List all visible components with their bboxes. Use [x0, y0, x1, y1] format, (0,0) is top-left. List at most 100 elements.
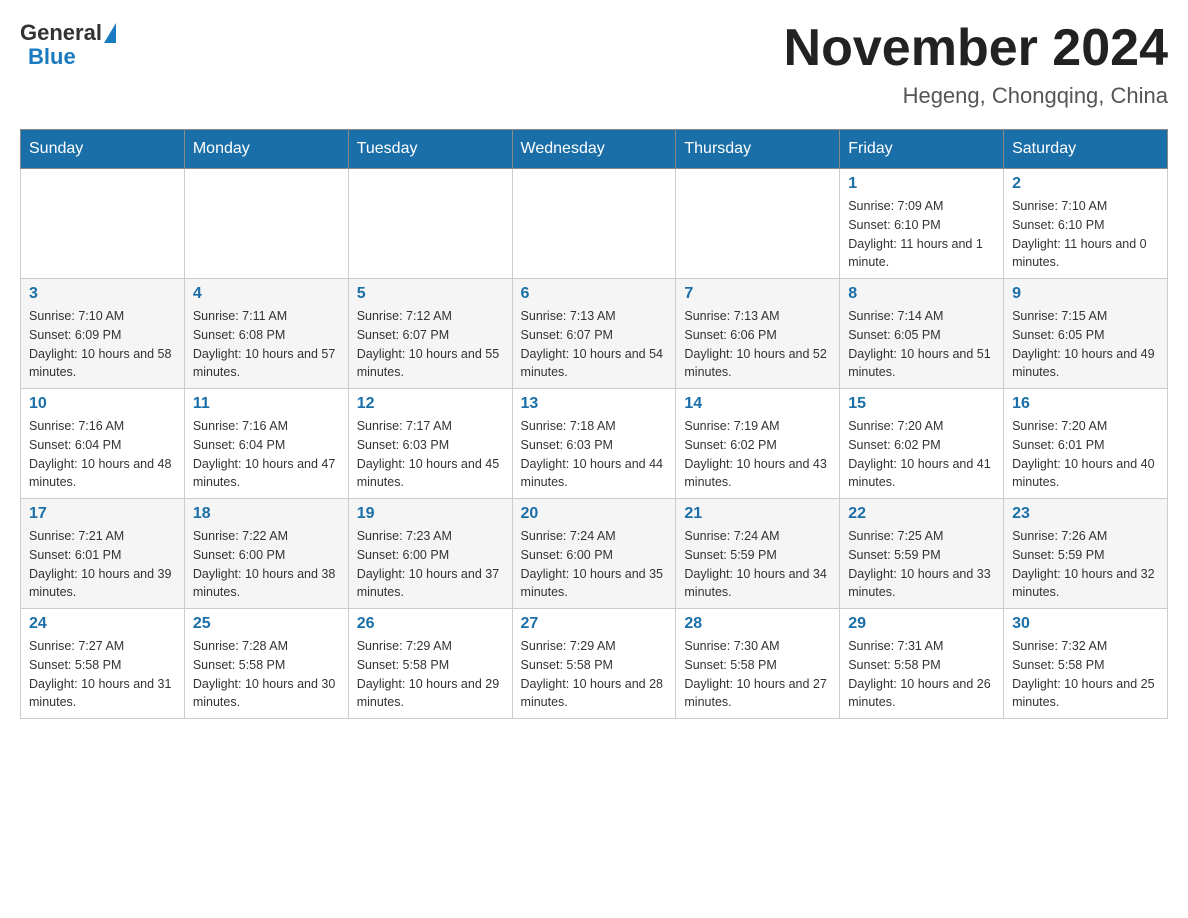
day-number: 27 [521, 615, 668, 633]
day-of-week-header: Thursday [676, 130, 840, 169]
day-number: 10 [29, 395, 176, 413]
calendar-cell: 18 Sunrise: 7:22 AMSunset: 6:00 PMDayligh… [184, 499, 348, 609]
day-info: Sunrise: 7:21 AMSunset: 6:01 PMDaylight:… [29, 527, 176, 602]
day-number: 30 [1012, 615, 1159, 633]
day-number: 17 [29, 505, 176, 523]
day-of-week-header: Tuesday [348, 130, 512, 169]
calendar-cell [348, 169, 512, 279]
day-number: 13 [521, 395, 668, 413]
month-title: November 2024 [784, 20, 1168, 77]
day-info: Sunrise: 7:30 AMSunset: 5:58 PMDaylight:… [684, 637, 831, 712]
calendar-cell: 24 Sunrise: 7:27 AMSunset: 5:58 PMDayligh… [21, 609, 185, 719]
day-info: Sunrise: 7:11 AMSunset: 6:08 PMDaylight:… [193, 307, 340, 382]
day-info: Sunrise: 7:14 AMSunset: 6:05 PMDaylight:… [848, 307, 995, 382]
day-info: Sunrise: 7:27 AMSunset: 5:58 PMDaylight:… [29, 637, 176, 712]
calendar-cell: 29 Sunrise: 7:31 AMSunset: 5:58 PMDayligh… [840, 609, 1004, 719]
calendar-cell: 1Sunrise: 7:09 AMSunset: 6:10 PMDaylight… [840, 169, 1004, 279]
day-number: 9 [1012, 285, 1159, 303]
calendar-week-row: 3 Sunrise: 7:10 AMSunset: 6:09 PMDaylight… [21, 279, 1168, 389]
day-info: Sunrise: 7:17 AMSunset: 6:03 PMDaylight:… [357, 417, 504, 492]
calendar-cell: 2 Sunrise: 7:10 AMSunset: 6:10 PMDaylight… [1004, 169, 1168, 279]
day-number: 16 [1012, 395, 1159, 413]
day-info: Sunrise: 7:25 AMSunset: 5:59 PMDaylight:… [848, 527, 995, 602]
calendar-cell: 9 Sunrise: 7:15 AMSunset: 6:05 PMDaylight… [1004, 279, 1168, 389]
day-number: 15 [848, 395, 995, 413]
day-number: 23 [1012, 505, 1159, 523]
calendar-cell [512, 169, 676, 279]
day-of-week-header: Sunday [21, 130, 185, 169]
day-number: 19 [357, 505, 504, 523]
day-info: Sunrise: 7:22 AMSunset: 6:00 PMDaylight:… [193, 527, 340, 602]
calendar-table: SundayMondayTuesdayWednesdayThursdayFrid… [20, 129, 1168, 719]
calendar-week-row: 17 Sunrise: 7:21 AMSunset: 6:01 PMDayligh… [21, 499, 1168, 609]
day-number: 29 [848, 615, 995, 633]
day-number: 22 [848, 505, 995, 523]
calendar-cell: 27 Sunrise: 7:29 AMSunset: 5:58 PMDayligh… [512, 609, 676, 719]
page-header: General Blue November 2024 Hegeng, Chong… [20, 20, 1168, 109]
day-info: Sunrise: 7:24 AMSunset: 5:59 PMDaylight:… [684, 527, 831, 602]
calendar-cell: 25Sunrise: 7:28 AMSunset: 5:58 PMDayligh… [184, 609, 348, 719]
calendar-cell: 4 Sunrise: 7:11 AMSunset: 6:08 PMDaylight… [184, 279, 348, 389]
day-number: 20 [521, 505, 668, 523]
day-info: Sunrise: 7:15 AMSunset: 6:05 PMDaylight:… [1012, 307, 1159, 382]
calendar-cell: 17 Sunrise: 7:21 AMSunset: 6:01 PMDayligh… [21, 499, 185, 609]
calendar-cell: 22 Sunrise: 7:25 AMSunset: 5:59 PMDayligh… [840, 499, 1004, 609]
calendar-cell: 8 Sunrise: 7:14 AMSunset: 6:05 PMDaylight… [840, 279, 1004, 389]
calendar-cell: 19 Sunrise: 7:23 AMSunset: 6:00 PMDayligh… [348, 499, 512, 609]
day-number: 8 [848, 285, 995, 303]
day-number: 7 [684, 285, 831, 303]
day-number: 3 [29, 285, 176, 303]
calendar-cell: 21 Sunrise: 7:24 AMSunset: 5:59 PMDayligh… [676, 499, 840, 609]
day-number: 18 [193, 505, 340, 523]
day-info: Sunrise: 7:31 AMSunset: 5:58 PMDaylight:… [848, 637, 995, 712]
calendar-cell [21, 169, 185, 279]
calendar-cell: 10 Sunrise: 7:16 AMSunset: 6:04 PMDayligh… [21, 389, 185, 499]
calendar-cell [676, 169, 840, 279]
day-number: 11 [193, 395, 340, 413]
calendar-cell: 5Sunrise: 7:12 AMSunset: 6:07 PMDaylight… [348, 279, 512, 389]
calendar-cell: 7 Sunrise: 7:13 AMSunset: 6:06 PMDaylight… [676, 279, 840, 389]
day-number: 24 [29, 615, 176, 633]
day-of-week-header: Friday [840, 130, 1004, 169]
logo: General Blue [20, 20, 116, 70]
day-number: 5 [357, 285, 504, 303]
day-info: Sunrise: 7:23 AMSunset: 6:00 PMDaylight:… [357, 527, 504, 602]
calendar-cell: 30Sunrise: 7:32 AMSunset: 5:58 PMDayligh… [1004, 609, 1168, 719]
day-number: 6 [521, 285, 668, 303]
day-number: 2 [1012, 175, 1159, 193]
calendar-week-row: 10 Sunrise: 7:16 AMSunset: 6:04 PMDayligh… [21, 389, 1168, 499]
day-info: Sunrise: 7:20 AMSunset: 6:01 PMDaylight:… [1012, 417, 1159, 492]
calendar-cell: 11 Sunrise: 7:16 AMSunset: 6:04 PMDayligh… [184, 389, 348, 499]
day-info: Sunrise: 7:13 AMSunset: 6:07 PMDaylight:… [521, 307, 668, 382]
calendar-header-row: SundayMondayTuesdayWednesdayThursdayFrid… [21, 130, 1168, 169]
calendar-cell: 15 Sunrise: 7:20 AMSunset: 6:02 PMDayligh… [840, 389, 1004, 499]
logo-general-text: General [20, 20, 102, 46]
day-of-week-header: Wednesday [512, 130, 676, 169]
day-info: Sunrise: 7:24 AMSunset: 6:00 PMDaylight:… [521, 527, 668, 602]
calendar-cell: 20 Sunrise: 7:24 AMSunset: 6:00 PMDayligh… [512, 499, 676, 609]
calendar-cell: 23Sunrise: 7:26 AMSunset: 5:59 PMDayligh… [1004, 499, 1168, 609]
calendar-week-row: 24 Sunrise: 7:27 AMSunset: 5:58 PMDayligh… [21, 609, 1168, 719]
day-number: 12 [357, 395, 504, 413]
calendar-cell [184, 169, 348, 279]
day-number: 25 [193, 615, 340, 633]
day-number: 26 [357, 615, 504, 633]
day-info: Sunrise: 7:16 AMSunset: 6:04 PMDaylight:… [193, 417, 340, 492]
day-info: Sunrise: 7:20 AMSunset: 6:02 PMDaylight:… [848, 417, 995, 492]
day-info: Sunrise: 7:10 AMSunset: 6:10 PMDaylight:… [1012, 197, 1159, 272]
calendar-cell: 6 Sunrise: 7:13 AMSunset: 6:07 PMDaylight… [512, 279, 676, 389]
calendar-cell: 13 Sunrise: 7:18 AMSunset: 6:03 PMDayligh… [512, 389, 676, 499]
day-info: Sunrise: 7:10 AMSunset: 6:09 PMDaylight:… [29, 307, 176, 382]
location-text: Hegeng, Chongqing, China [784, 83, 1168, 109]
day-info: Sunrise: 7:13 AMSunset: 6:06 PMDaylight:… [684, 307, 831, 382]
day-of-week-header: Saturday [1004, 130, 1168, 169]
day-info: Sunrise: 7:16 AMSunset: 6:04 PMDaylight:… [29, 417, 176, 492]
day-number: 28 [684, 615, 831, 633]
day-info: Sunrise: 7:18 AMSunset: 6:03 PMDaylight:… [521, 417, 668, 492]
title-section: November 2024 Hegeng, Chongqing, China [784, 20, 1168, 109]
calendar-cell: 28 Sunrise: 7:30 AMSunset: 5:58 PMDayligh… [676, 609, 840, 719]
day-number: 4 [193, 285, 340, 303]
calendar-week-row: 1Sunrise: 7:09 AMSunset: 6:10 PMDaylight… [21, 169, 1168, 279]
day-number: 21 [684, 505, 831, 523]
day-info: Sunrise: 7:29 AMSunset: 5:58 PMDaylight:… [521, 637, 668, 712]
